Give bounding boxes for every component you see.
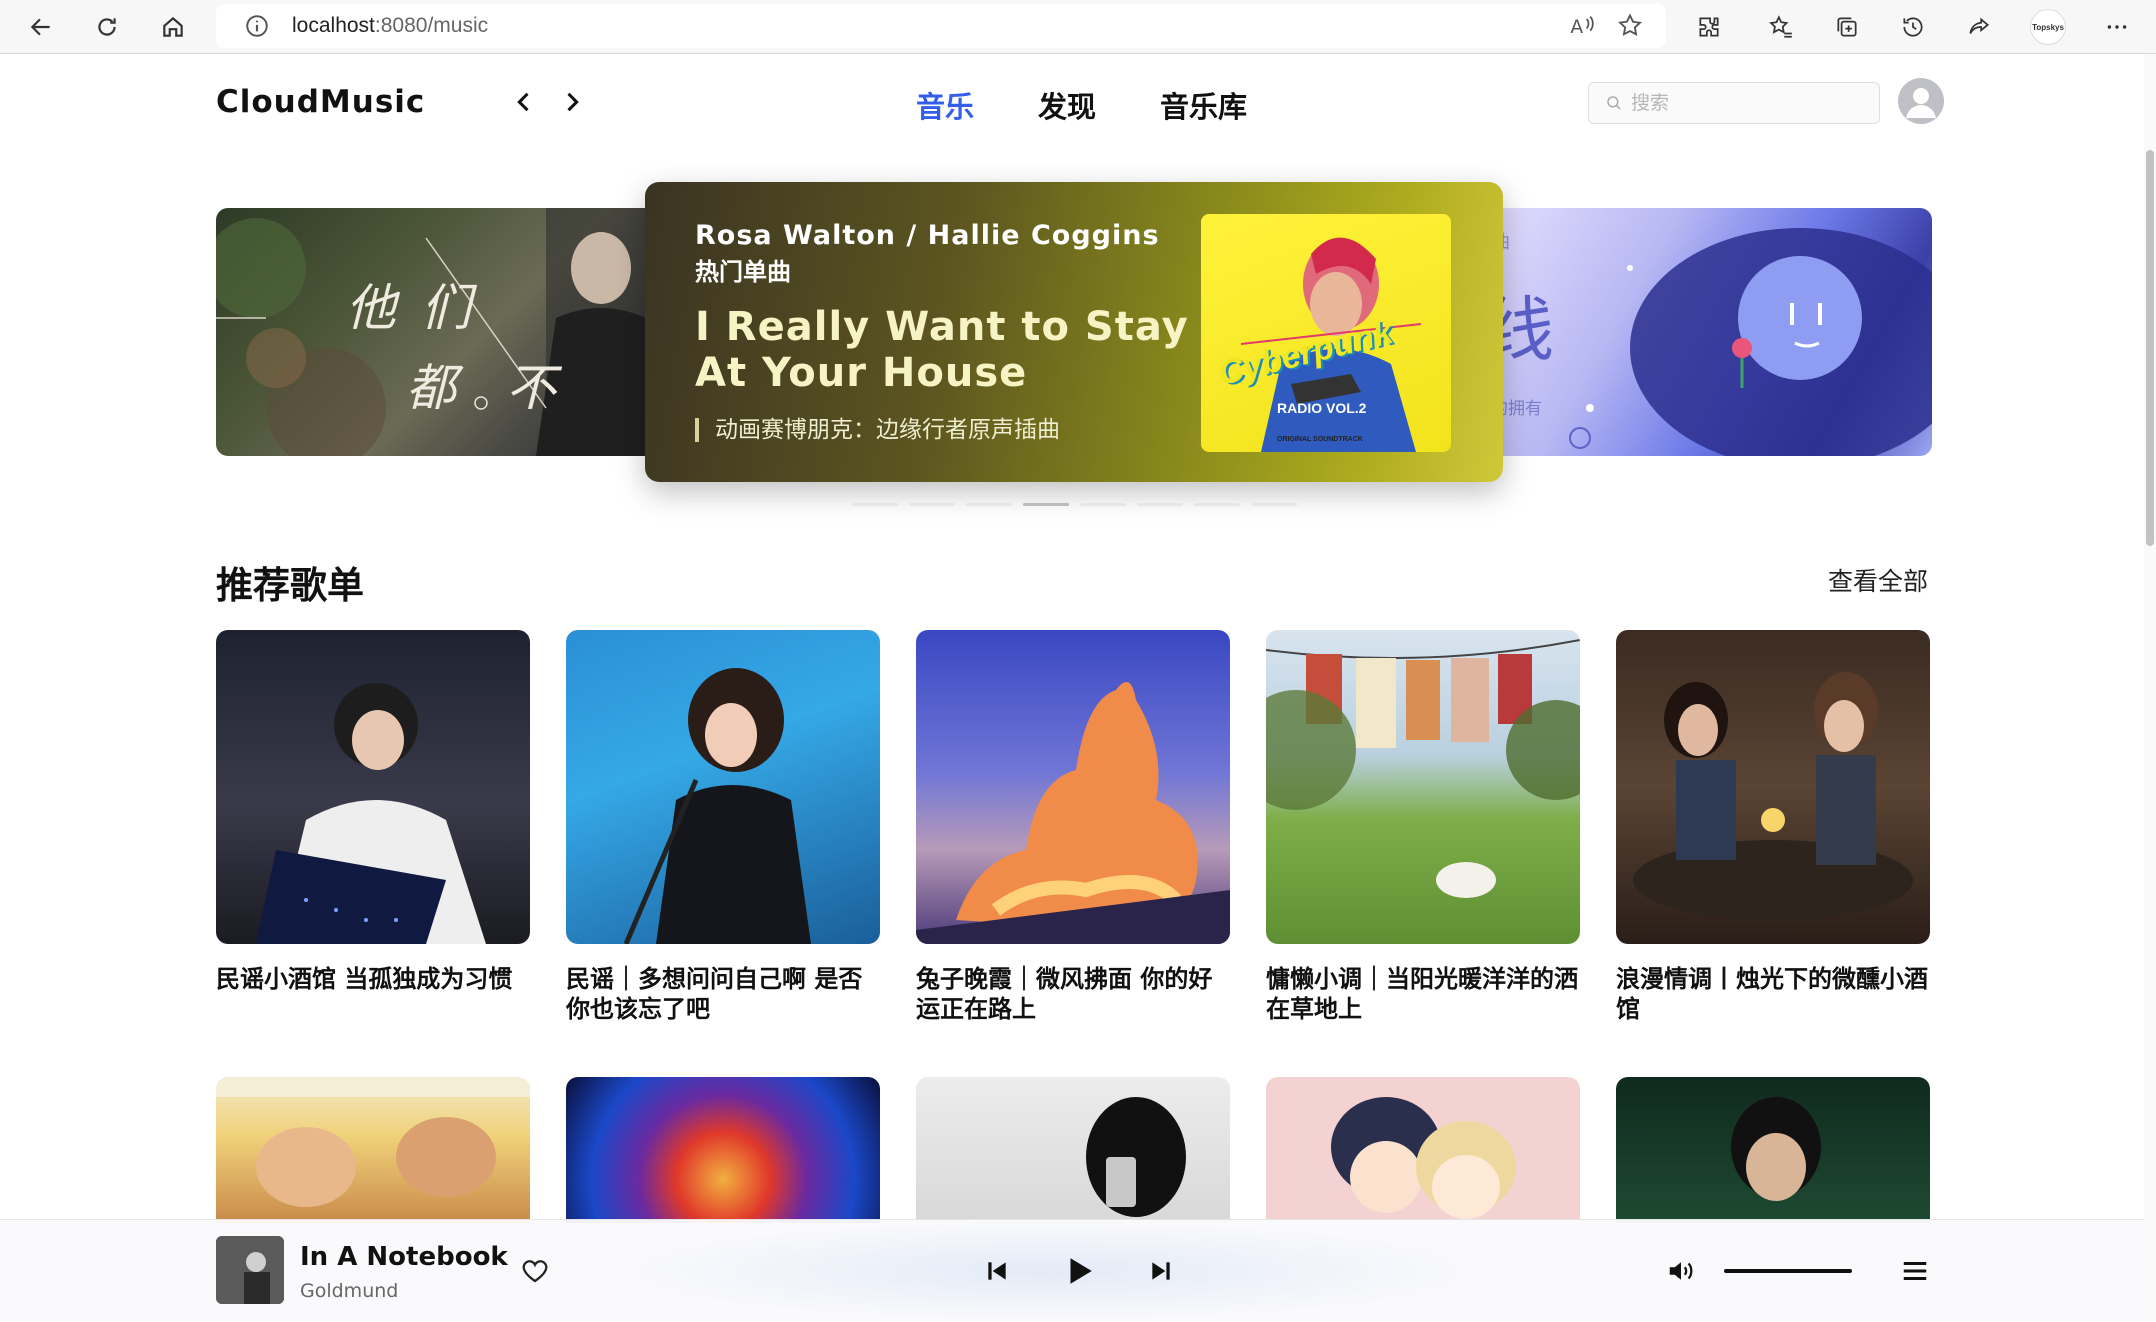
search-input[interactable] bbox=[1631, 92, 1861, 114]
add-favorite-icon[interactable] bbox=[1616, 12, 1644, 40]
carousel-dots bbox=[852, 503, 1297, 506]
carousel-dot[interactable] bbox=[1251, 503, 1297, 506]
player-bar: In A Notebook Goldmund bbox=[0, 1219, 2144, 1322]
playlist-cover[interactable] bbox=[566, 1077, 880, 1223]
more-icon[interactable] bbox=[2096, 6, 2138, 48]
carousel-dot-active[interactable] bbox=[1023, 503, 1069, 506]
app-logo[interactable]: CloudMusic bbox=[216, 84, 425, 120]
carousel-dot[interactable] bbox=[852, 503, 898, 506]
play-icon bbox=[1070, 1258, 1092, 1284]
play-button[interactable] bbox=[1056, 1248, 1102, 1294]
playlist-cover[interactable] bbox=[216, 630, 530, 944]
playlist-card[interactable] bbox=[216, 1077, 530, 1223]
chevron-left-icon[interactable] bbox=[510, 88, 538, 116]
playlist-cover[interactable] bbox=[566, 630, 880, 944]
player-track-title[interactable]: In A Notebook bbox=[300, 1242, 508, 1272]
carousel-dot[interactable] bbox=[909, 503, 955, 506]
playlist-cover[interactable] bbox=[916, 1077, 1230, 1223]
volume-slider[interactable] bbox=[1724, 1269, 1852, 1273]
favorites-icon[interactable] bbox=[1760, 6, 1802, 48]
url-text: localhost:8080/music bbox=[292, 14, 489, 37]
playlist-card[interactable] bbox=[566, 1077, 880, 1223]
playlist-cover[interactable] bbox=[1266, 1077, 1580, 1223]
see-all-link[interactable]: 查看全部 bbox=[1828, 562, 1928, 598]
playlist-cover[interactable] bbox=[916, 630, 1230, 944]
banner-album-cover: Cyberpunk RADIO VOL.2 ORIGINAL SOUNDTRAC… bbox=[1201, 214, 1451, 452]
player-track-artist[interactable]: Goldmund bbox=[300, 1280, 398, 1302]
banner-slide-right[interactable]: 单曲 线 存的拥有 bbox=[1470, 208, 1932, 456]
banner-left-char-1: 他 bbox=[346, 279, 396, 337]
previous-button[interactable] bbox=[974, 1248, 1020, 1294]
playlist-card[interactable]: 浪漫情调丨烛光下的微醺小酒馆 bbox=[1616, 630, 1930, 1024]
playlist-card[interactable] bbox=[1616, 1077, 1930, 1223]
read-aloud-icon[interactable]: A bbox=[1568, 12, 1596, 40]
playlist-card[interactable]: 民谣｜多想问问自己啊 是否你也该忘了吧 bbox=[566, 630, 880, 1024]
playlist-name[interactable]: 民谣｜多想问问自己啊 是否你也该忘了吧 bbox=[566, 964, 880, 1024]
playlist-name[interactable]: 民谣小酒馆 当孤独成为习惯 bbox=[216, 964, 530, 994]
back-icon[interactable] bbox=[20, 6, 62, 48]
playlist-card[interactable]: 慵懒小调｜当阳光暖洋洋的洒在草地上 bbox=[1266, 630, 1580, 1024]
skip-next-icon bbox=[1152, 1262, 1170, 1280]
address-bar[interactable]: localhost:8080/music A bbox=[216, 4, 1666, 48]
carousel-dot[interactable] bbox=[1194, 503, 1240, 506]
banner-slide-left[interactable]: 他 们 都 不 bbox=[216, 208, 686, 456]
carousel-dot[interactable] bbox=[966, 503, 1012, 506]
playlist-cover[interactable] bbox=[216, 1077, 530, 1223]
banner-slide-center[interactable]: Rosa Walton / Hallie Coggins 热门单曲 I Real… bbox=[645, 182, 1503, 482]
playlist-name[interactable]: 兔子晚霞｜微风拂面 你的好运正在路上 bbox=[916, 964, 1230, 1024]
scrollbar-thumb[interactable] bbox=[2146, 150, 2154, 546]
top-nav: 音乐 发现 音乐库 bbox=[916, 84, 1247, 126]
next-button[interactable] bbox=[1138, 1248, 1184, 1294]
banner-left-char-3: 都 bbox=[406, 359, 456, 417]
nav-tab-discover[interactable]: 发现 bbox=[1038, 84, 1096, 126]
playlist-card[interactable] bbox=[1266, 1077, 1580, 1223]
banner-left-char-2: 们 bbox=[421, 279, 471, 337]
info-icon[interactable] bbox=[244, 13, 270, 39]
playlist-queue-icon[interactable] bbox=[1900, 1256, 1930, 1286]
svg-text:A: A bbox=[1570, 17, 1583, 38]
playlist-card[interactable]: 兔子晚霞｜微风拂面 你的好运正在路上 bbox=[916, 630, 1230, 1024]
browser-toolbar: localhost:8080/music A Topskys bbox=[0, 0, 2156, 54]
playlist-cover[interactable] bbox=[1616, 1077, 1930, 1223]
player-album-cover[interactable] bbox=[216, 1236, 284, 1304]
playlist-card[interactable]: 民谣小酒馆 当孤独成为习惯 bbox=[216, 630, 530, 994]
profile-avatar[interactable]: Topskys bbox=[2030, 9, 2066, 45]
volume-icon[interactable] bbox=[1666, 1256, 1696, 1286]
banner-tag: 热门单曲 bbox=[695, 258, 791, 286]
banner-cover-tiny: ORIGINAL SOUNDTRACK bbox=[1277, 436, 1363, 443]
playlist-cover[interactable] bbox=[1616, 630, 1930, 944]
banner-subtitle: 动画赛博朋克：边缘行者原声插曲 bbox=[695, 418, 1060, 442]
section-title: 推荐歌单 bbox=[216, 564, 364, 607]
home-icon[interactable] bbox=[152, 6, 194, 48]
banner-cover-small: RADIO VOL.2 bbox=[1277, 400, 1367, 416]
profile-label: Topskys bbox=[2032, 22, 2064, 32]
nav-tab-library[interactable]: 音乐库 bbox=[1160, 84, 1247, 126]
history-icon[interactable] bbox=[1892, 6, 1934, 48]
skip-previous-icon bbox=[988, 1262, 1006, 1280]
playlist-card[interactable] bbox=[916, 1077, 1230, 1223]
search-box[interactable] bbox=[1588, 82, 1880, 124]
search-icon bbox=[1607, 96, 1621, 110]
playlist-name[interactable]: 慵懒小调｜当阳光暖洋洋的洒在草地上 bbox=[1266, 964, 1580, 1024]
heart-icon[interactable] bbox=[520, 1256, 550, 1286]
chevron-right-icon[interactable] bbox=[558, 88, 586, 116]
banner-left-char-4: 不 bbox=[506, 359, 556, 417]
banner-artist: Rosa Walton / Hallie Coggins bbox=[695, 220, 1160, 251]
player-glow bbox=[600, 1220, 1500, 1322]
refresh-icon[interactable] bbox=[86, 6, 128, 48]
collections-icon[interactable] bbox=[1826, 6, 1868, 48]
carousel-dot[interactable] bbox=[1080, 503, 1126, 506]
playlist-cover[interactable] bbox=[1266, 630, 1580, 944]
extensions-icon[interactable] bbox=[1688, 6, 1730, 48]
playlist-name[interactable]: 浪漫情调丨烛光下的微醺小酒馆 bbox=[1616, 964, 1930, 1024]
share-icon[interactable] bbox=[1958, 6, 2000, 48]
carousel-dot[interactable] bbox=[1137, 503, 1183, 506]
user-avatar[interactable] bbox=[1898, 78, 1944, 124]
nav-tab-music[interactable]: 音乐 bbox=[916, 84, 974, 126]
banner-title: I Really Want to Stay At Your House bbox=[695, 304, 1189, 396]
